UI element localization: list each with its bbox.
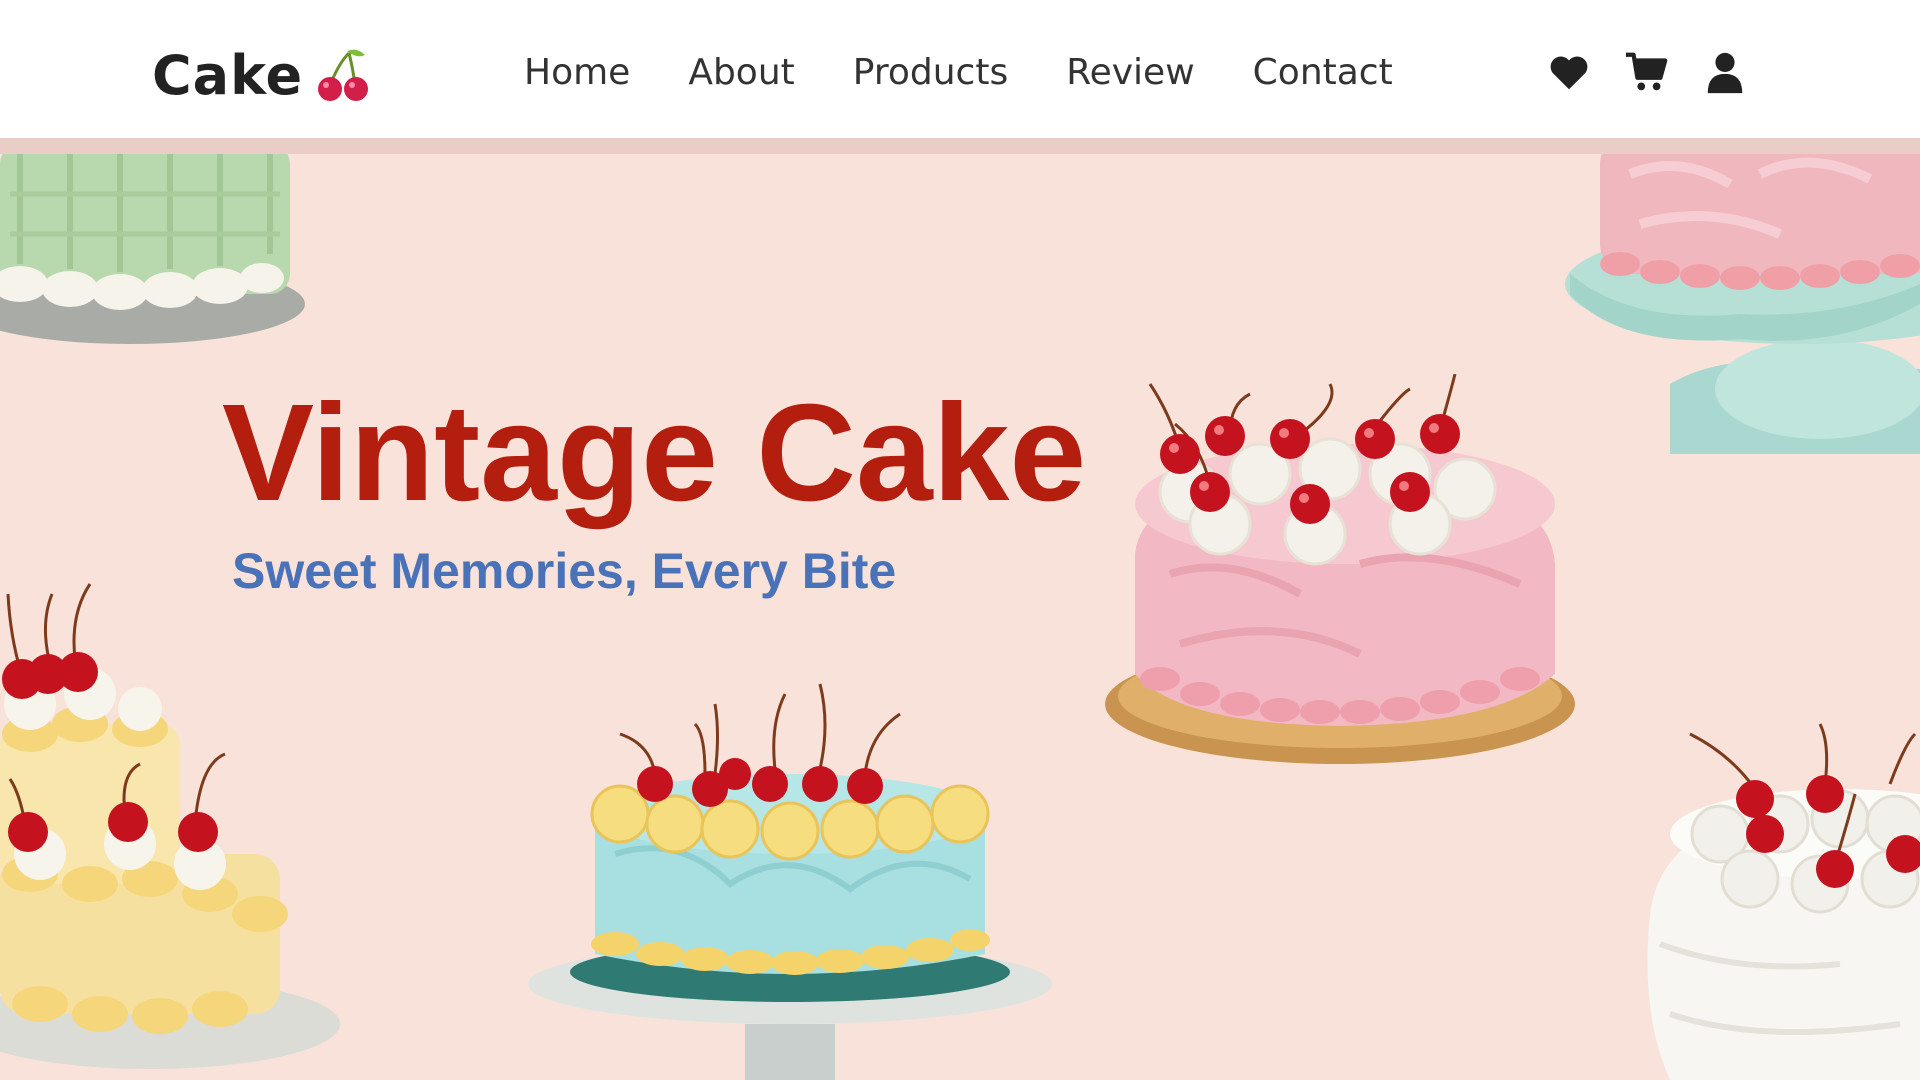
nav-home-link[interactable]: Home	[524, 52, 630, 93]
yellow-tiered-cake-image	[0, 583, 340, 1069]
nav-divider	[0, 138, 1920, 154]
brand-name: Cake	[152, 43, 304, 107]
main-nav: Home About Products Review Contact	[524, 44, 1393, 100]
pink-cherry-cake-image	[1105, 374, 1575, 764]
white-cherry-cake-image	[1647, 723, 1920, 1080]
nav-review-link[interactable]: Review	[1066, 52, 1194, 93]
cart-icon[interactable]	[1624, 49, 1670, 95]
heart-icon[interactable]	[1546, 49, 1592, 95]
navbar: Cake Home About Products Review Contact	[0, 0, 1920, 138]
nav-about-link[interactable]: About	[688, 52, 794, 93]
green-cake-image	[0, 154, 305, 344]
brand-logo[interactable]: Cake	[152, 40, 373, 110]
nav-products-link[interactable]: Products	[853, 52, 1008, 93]
nav-icons	[1546, 44, 1748, 100]
nav-contact-link[interactable]: Contact	[1253, 52, 1393, 93]
cherry-icon	[318, 49, 369, 101]
hero-subtitle: Sweet Memories, Every Bite	[232, 543, 897, 599]
hero-section: Vintage Cake Sweet Memories, Every Bite	[0, 154, 1920, 1080]
blue-cherry-cake-image	[528, 683, 1052, 1080]
hero-title: Vintage Cake	[222, 376, 1087, 530]
user-icon[interactable]	[1702, 49, 1748, 95]
